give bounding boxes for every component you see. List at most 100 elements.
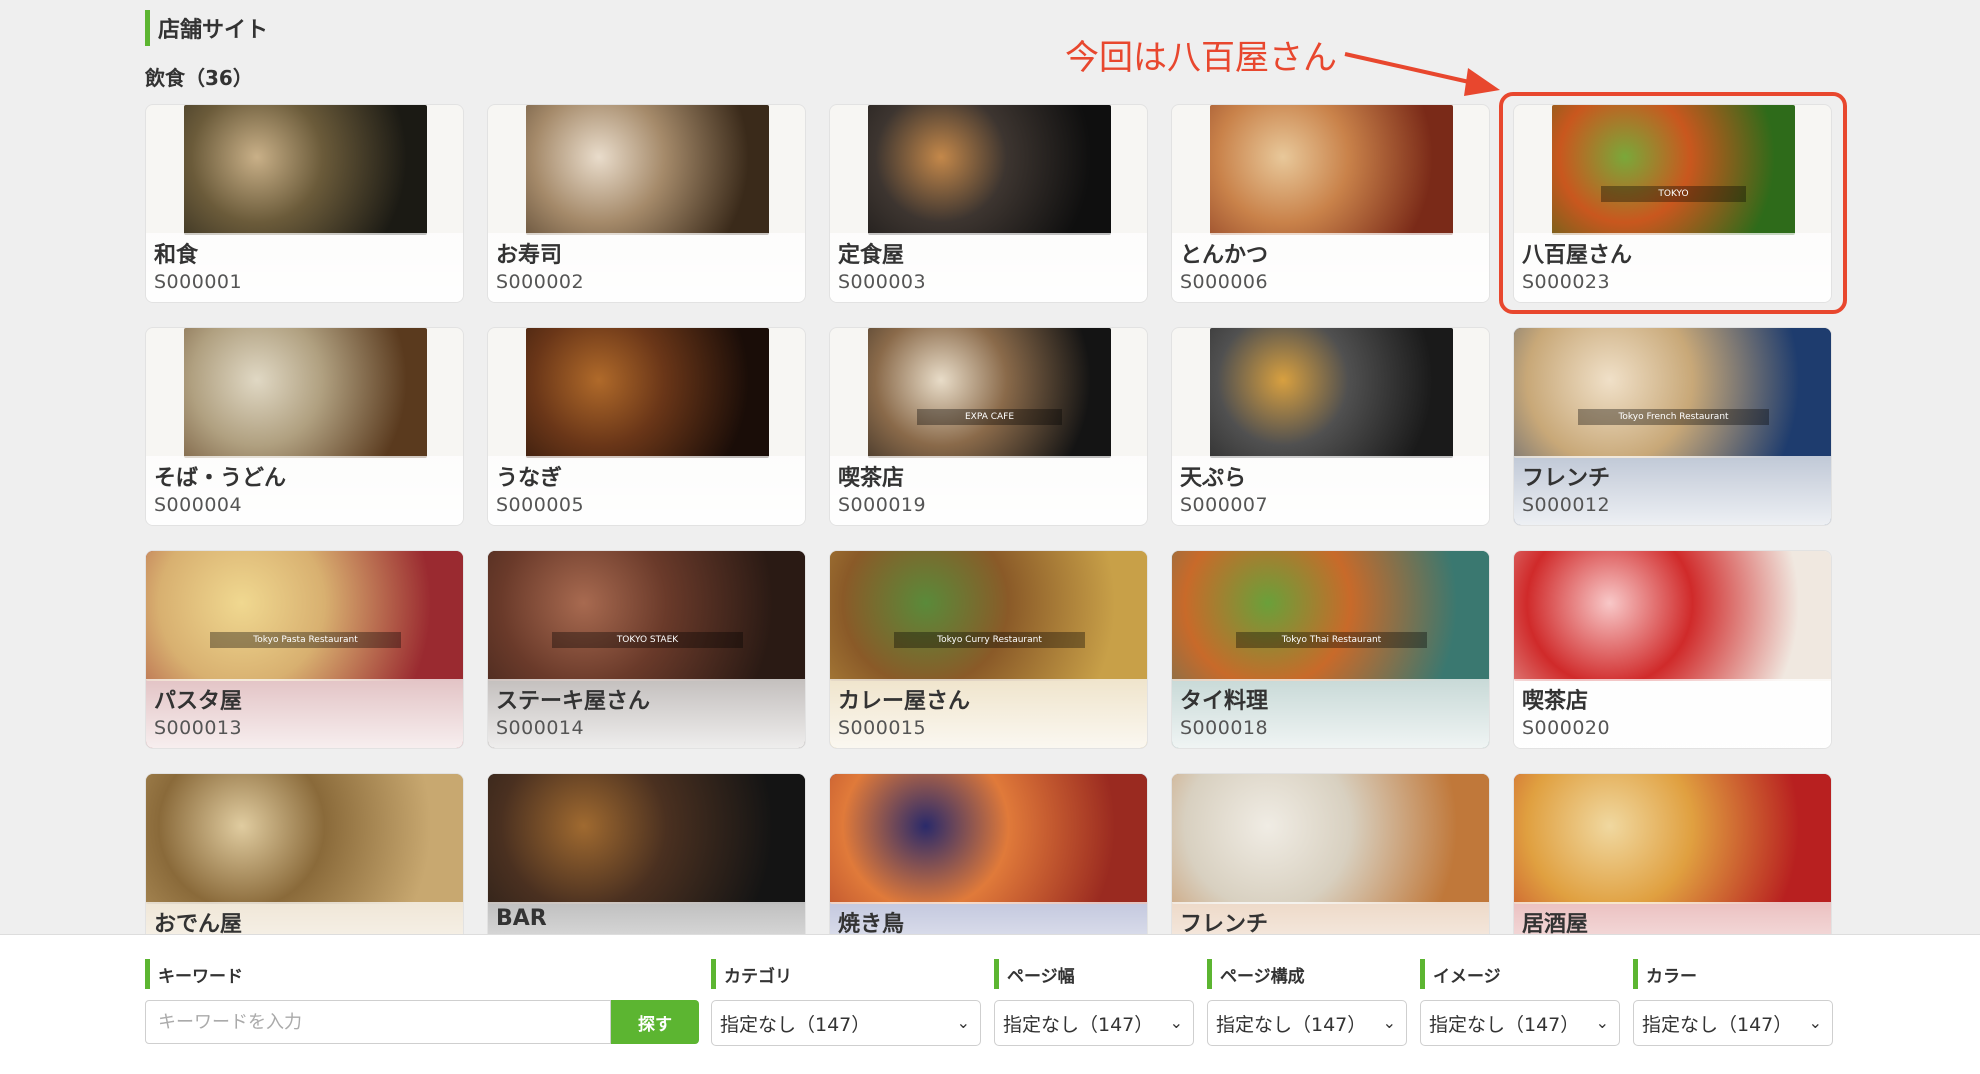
- template-name: タイ料理: [1180, 689, 1269, 714]
- template-code: S000015: [838, 717, 927, 739]
- template-card[interactable]: 焼き鳥: [829, 773, 1148, 934]
- template-name: 喫茶店: [838, 466, 905, 491]
- template-thumbnail: [1514, 774, 1831, 904]
- template-thumbnail: TOKYO STAEK: [488, 551, 805, 681]
- width-label: ページ幅: [994, 959, 1075, 989]
- filter-bar: キーワード 探す カテゴリ 指定なし（147） ⌄ ページ幅 指定なし（147）…: [0, 934, 1980, 1074]
- image-label: イメージ: [1420, 959, 1501, 989]
- template-card[interactable]: そば・うどん S000004: [145, 327, 464, 526]
- template-name: ステーキ屋さん: [496, 689, 651, 714]
- template-thumbnail: [1172, 774, 1489, 904]
- template-card[interactable]: EXPA CAFE 喫茶店 S000019: [829, 327, 1148, 526]
- template-code: S000012: [1522, 494, 1611, 516]
- template-name: フレンチ: [1180, 912, 1269, 934]
- template-name: そば・うどん: [154, 466, 287, 491]
- chevron-down-icon: ⌄: [1808, 1013, 1822, 1032]
- thumbnail-caption: TOKYO STAEK: [551, 631, 744, 648]
- thumbnail-caption: Tokyo Thai Restaurant: [1235, 631, 1428, 648]
- template-card[interactable]: Tokyo French Restaurant フレンチ S000012: [1513, 327, 1832, 526]
- keyword-search-input[interactable]: [145, 1000, 611, 1044]
- template-code: S000005: [496, 494, 585, 516]
- thumbnail-caption: EXPA CAFE: [916, 408, 1063, 425]
- structure-label: ページ構成: [1207, 959, 1305, 989]
- template-thumbnail: [1514, 551, 1831, 681]
- template-thumbnail: EXPA CAFE: [868, 328, 1111, 458]
- chevron-down-icon: ⌄: [1169, 1013, 1183, 1032]
- template-code: S000013: [154, 717, 243, 739]
- thumbnail-caption: Tokyo Pasta Restaurant: [209, 631, 402, 648]
- template-card[interactable]: Tokyo Pasta Restaurant パスタ屋 S000013: [145, 550, 464, 749]
- template-code: S000006: [1180, 271, 1269, 293]
- template-card[interactable]: うなぎ S000005: [487, 327, 806, 526]
- template-thumbnail: Tokyo Curry Restaurant: [830, 551, 1147, 681]
- template-name: うなぎ: [496, 466, 563, 491]
- template-code: S000020: [1522, 717, 1611, 739]
- template-card[interactable]: 居酒屋: [1513, 773, 1832, 934]
- template-card[interactable]: TOKYO STAEK ステーキ屋さん S000014: [487, 550, 806, 749]
- template-name: 天ぷら: [1180, 466, 1247, 491]
- template-card[interactable]: Tokyo Curry Restaurant カレー屋さん S000015: [829, 550, 1148, 749]
- template-thumbnail: [184, 105, 427, 235]
- template-thumbnail: [146, 774, 463, 904]
- template-thumbnail: [526, 328, 769, 458]
- template-name: 喫茶店: [1522, 689, 1589, 714]
- template-thumbnail: [830, 774, 1147, 904]
- category-select-value: 指定なし（147）: [720, 1013, 871, 1036]
- template-code: S000018: [1180, 717, 1269, 739]
- template-name: BAR: [496, 906, 547, 931]
- template-name: お寿司: [496, 243, 563, 268]
- template-code: S000007: [1180, 494, 1269, 516]
- template-card[interactable]: とんかつ S000006: [1171, 104, 1490, 303]
- template-thumbnail: [488, 774, 805, 904]
- thumbnail-caption: Tokyo Curry Restaurant: [893, 631, 1086, 648]
- image-select-value: 指定なし（147）: [1429, 1013, 1580, 1036]
- template-card[interactable]: 定食屋 S000003: [829, 104, 1148, 303]
- keyword-label: キーワード: [145, 959, 243, 989]
- template-thumbnail: [1210, 105, 1453, 235]
- color-select[interactable]: 指定なし（147） ⌄: [1633, 1000, 1833, 1046]
- template-code: S000019: [838, 494, 927, 516]
- template-card[interactable]: お寿司 S000002: [487, 104, 806, 303]
- template-card[interactable]: 和食 S000001: [145, 104, 464, 303]
- template-name: とんかつ: [1180, 243, 1269, 268]
- template-name: 居酒屋: [1522, 912, 1589, 934]
- template-thumbnail: [526, 105, 769, 235]
- template-thumbnail: Tokyo Pasta Restaurant: [146, 551, 463, 681]
- color-label: カラー: [1633, 959, 1697, 989]
- section-title: 店舗サイト: [145, 10, 268, 46]
- template-card[interactable]: おでん屋: [145, 773, 464, 934]
- thumbnail-caption: Tokyo French Restaurant: [1577, 408, 1770, 425]
- width-select-value: 指定なし（147）: [1003, 1013, 1154, 1036]
- template-card[interactable]: フレンチ: [1171, 773, 1490, 934]
- template-card[interactable]: 喫茶店 S000020: [1513, 550, 1832, 749]
- template-name: 定食屋: [838, 243, 905, 268]
- template-thumbnail: [1210, 328, 1453, 458]
- template-name: パスタ屋: [154, 689, 243, 714]
- template-card[interactable]: BAR: [487, 773, 806, 934]
- category-title: 飲食（36）: [145, 66, 253, 90]
- chevron-down-icon: ⌄: [956, 1013, 970, 1032]
- chevron-down-icon: ⌄: [1382, 1013, 1396, 1032]
- template-name: 焼き鳥: [838, 912, 905, 934]
- template-card[interactable]: 天ぷら S000007: [1171, 327, 1490, 526]
- category-select[interactable]: 指定なし（147） ⌄: [711, 1000, 981, 1046]
- template-thumbnail: [868, 105, 1111, 235]
- structure-select[interactable]: 指定なし（147） ⌄: [1207, 1000, 1407, 1046]
- highlight-box: [1499, 92, 1847, 314]
- template-name: フレンチ: [1522, 466, 1611, 491]
- image-select[interactable]: 指定なし（147） ⌄: [1420, 1000, 1620, 1046]
- template-code: S000014: [496, 717, 585, 739]
- width-select[interactable]: 指定なし（147） ⌄: [994, 1000, 1194, 1046]
- template-name: カレー屋さん: [838, 689, 971, 714]
- search-button[interactable]: 探す: [611, 1000, 699, 1044]
- annotation-text: 今回は八百屋さん: [1065, 38, 1337, 78]
- color-select-value: 指定なし（147）: [1642, 1013, 1793, 1036]
- annotation-arrow-icon: [1344, 52, 1500, 96]
- template-code: S000004: [154, 494, 243, 516]
- template-thumbnail: Tokyo French Restaurant: [1514, 328, 1831, 458]
- template-thumbnail: Tokyo Thai Restaurant: [1172, 551, 1489, 681]
- template-code: S000001: [154, 271, 243, 293]
- template-card[interactable]: Tokyo Thai Restaurant タイ料理 S000018: [1171, 550, 1490, 749]
- template-name: おでん屋: [154, 912, 243, 934]
- template-code: S000002: [496, 271, 585, 293]
